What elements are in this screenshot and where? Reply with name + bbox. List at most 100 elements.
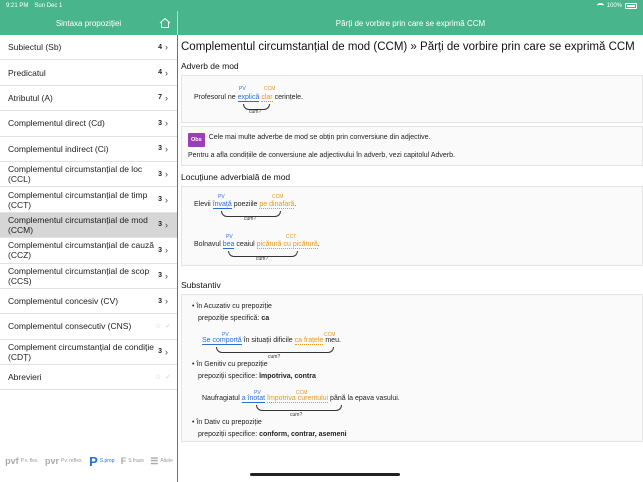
sidebar-item[interactable]: Complementul indirect (Ci) 3 › xyxy=(0,137,177,162)
sidebar-item-label: Complement circumstanțial de condiție (C… xyxy=(8,341,154,362)
spec-label: prepoziție specifică: xyxy=(198,315,262,322)
sidebar-header: Sintaxa propoziției xyxy=(0,11,177,35)
sidebar-item-count: 3 xyxy=(158,272,162,280)
acc-head-text: în Acuzativ cu prepoziție xyxy=(196,303,272,310)
pvf-icon: pvf xyxy=(5,456,19,466)
sidebar-item[interactable]: Complementul circumstanțial de loc (CCL)… xyxy=(0,162,177,188)
obs-badge: Obs xyxy=(188,133,205,147)
sidebar-item-label: Complementul circumstanțial de mod (CCM) xyxy=(8,214,148,235)
toolbar-button[interactable]: pvf P.v. flex. xyxy=(5,456,39,466)
pv-tag: PV xyxy=(239,86,246,92)
sidebar-item-count: 4 xyxy=(158,69,162,77)
section-locutiune-title: Locuțiune adverbială de mod xyxy=(181,172,291,182)
sidebar-item[interactable]: Complementul circumstanțial de mod (CCM)… xyxy=(0,212,177,239)
sidebar-item-label: Complementul indirect (Ci) xyxy=(8,143,109,154)
ccm-word: pe dinafară xyxy=(259,201,295,209)
sentence-text: Elevii xyxy=(194,201,213,208)
cct-tag: CCT xyxy=(286,234,297,240)
sidebar-item[interactable]: Complementul circumstanțial de cauză (CC… xyxy=(0,238,177,264)
ccm-word: picătură cu picătură xyxy=(256,241,318,249)
toolbar-button[interactable]: F S.fraze xyxy=(121,456,144,466)
chevron-right-icon: › xyxy=(165,67,168,78)
status-date: Sun Dec 1 xyxy=(34,2,63,9)
spec-prep: conform, contrar, asemeni xyxy=(259,431,347,438)
fraze-icon: F xyxy=(120,456,127,466)
star-icon[interactable]: ☆ xyxy=(155,322,161,330)
sidebar-item-label: Atributul (A) xyxy=(8,92,53,103)
example-box: PV CCM Elevii învață poeziile pe dinafar… xyxy=(181,186,643,266)
chevron-right-icon: › xyxy=(165,296,168,307)
sidebar-item-label: Complementul concesiv (CV) xyxy=(8,296,119,307)
pv-word: a înotat xyxy=(241,395,266,403)
toolbar-label: Altele xyxy=(160,458,173,464)
sidebar-item-count: 3 xyxy=(158,170,162,178)
status-bar: 9:21 PM Sun Dec 1 100% xyxy=(0,0,643,11)
toolbar-label: P.v. flex. xyxy=(20,458,39,464)
section-substantiv-title: Substantiv xyxy=(181,280,221,290)
sentence-text: în situații dificile xyxy=(241,337,295,344)
ccm-word: clar xyxy=(261,94,273,102)
sentence-text: poeziile xyxy=(231,201,260,208)
dat-head: • în Dativ cu prepoziție xyxy=(192,419,262,426)
sidebar-item[interactable]: Abrevieri ☆ ✓ xyxy=(0,365,177,391)
toolbar-button[interactable]: P S.prop xyxy=(89,454,114,469)
chevron-right-icon: › xyxy=(165,194,168,205)
question-label: cum? xyxy=(244,216,257,222)
check-icon[interactable]: ✓ xyxy=(165,373,171,381)
example-sentence: Profesorul ne explică clar cerințele. xyxy=(194,94,303,102)
toolbar-label: S.fraze xyxy=(128,458,145,464)
sidebar-item[interactable]: Atributul (A) 7 › xyxy=(0,86,177,112)
sidebar-item-label: Complementul direct (Cd) xyxy=(8,118,105,129)
sidebar-item[interactable]: Predicatul 4 › xyxy=(0,60,177,86)
toolbar-button[interactable]: ☰ Altele xyxy=(150,456,173,467)
sidebar-title: Sintaxa propoziției xyxy=(55,18,122,28)
example-locutiune-1: PV CCM Elevii învață poeziile pe dinafar… xyxy=(188,189,636,223)
chevron-right-icon: › xyxy=(165,219,168,230)
chevron-right-icon: › xyxy=(165,270,168,281)
pv-word: învață xyxy=(212,201,232,209)
acc-head: • în Acuzativ cu prepoziție xyxy=(192,303,272,310)
sidebar-item[interactable]: Subiectul (Sb) 4 › xyxy=(0,35,177,61)
chevron-right-icon: › xyxy=(165,346,168,357)
pv-tag: PV xyxy=(226,234,233,240)
sidebar-item[interactable]: Complementul direct (Cd) 3 › xyxy=(0,111,177,137)
sidebar-item-count: 3 xyxy=(158,221,162,229)
sidebar-item[interactable]: Complementul circumstanțial de scop (CCS… xyxy=(0,264,177,289)
question-label: cum? xyxy=(268,354,281,360)
obs-box: Obs Cele mai multe adverbe de mod se obț… xyxy=(181,126,643,166)
sidebar-item-label: Abrevieri xyxy=(8,372,42,383)
main-panel: Părți de vorbire prin care se exprimă CC… xyxy=(178,11,643,482)
pv-word: Se comportă xyxy=(202,337,242,345)
home-icon[interactable] xyxy=(159,17,171,29)
sidebar-item-label: Complementul circumstanțial de scop (CCS… xyxy=(8,265,150,286)
sidebar-item[interactable]: Complementul consecutiv (CNS) ☆ ✓ xyxy=(0,314,177,340)
bottom-toolbar: pvf P.v. flex. pvr Pv. reflex. P S.prop F S.fra… xyxy=(0,450,178,472)
sentence-text: Bolnavul xyxy=(194,241,223,248)
dat-head-text: în Dativ cu prepoziție xyxy=(196,419,262,426)
sidebar-item-label: Complementul consecutiv (CNS) xyxy=(8,321,132,332)
question-label: cum? xyxy=(290,412,303,418)
sidebar-item-count: 3 xyxy=(158,119,162,127)
example-adverb: PV CCM Profesorul ne explică clar cerinț… xyxy=(188,82,636,116)
acc-spec: prepoziție specifică: ca xyxy=(198,313,636,325)
star-icon[interactable]: ☆ xyxy=(155,373,161,381)
ccm-tag: CCM xyxy=(264,86,276,92)
home-indicator[interactable] xyxy=(250,473,400,476)
sidebar: Sintaxa propoziției Subiectul (Sb) 4 › Pred… xyxy=(0,11,178,482)
sidebar-item[interactable]: Complementul circumstanțial de timp (CCT… xyxy=(0,187,177,213)
question-label: cum? xyxy=(256,256,269,262)
status-time: 9:21 PM xyxy=(6,2,29,9)
sidebar-item[interactable]: Complement circumstanțial de condiție (C… xyxy=(0,340,177,366)
spec-prep: ca xyxy=(261,315,270,322)
example-sentence: Se comportă în situații dificile ca fraț… xyxy=(202,335,341,347)
pv-word: explică xyxy=(237,94,260,102)
sentence-text: . xyxy=(317,241,320,248)
sidebar-item-label: Complementul circumstanțial de timp (CCT… xyxy=(8,189,148,210)
check-icon[interactable]: ✓ xyxy=(165,322,171,330)
sidebar-item[interactable]: Complementul concesiv (CV) 3 › xyxy=(0,289,177,315)
example-acc: PV CCM Se comportă în situații dificile … xyxy=(192,325,636,360)
gen-head: • în Genitiv cu prepoziție xyxy=(192,361,268,368)
chevron-right-icon: › xyxy=(165,92,168,103)
chevron-right-icon: › xyxy=(165,143,168,154)
toolbar-button[interactable]: pvr Pv. reflex. xyxy=(45,456,83,466)
